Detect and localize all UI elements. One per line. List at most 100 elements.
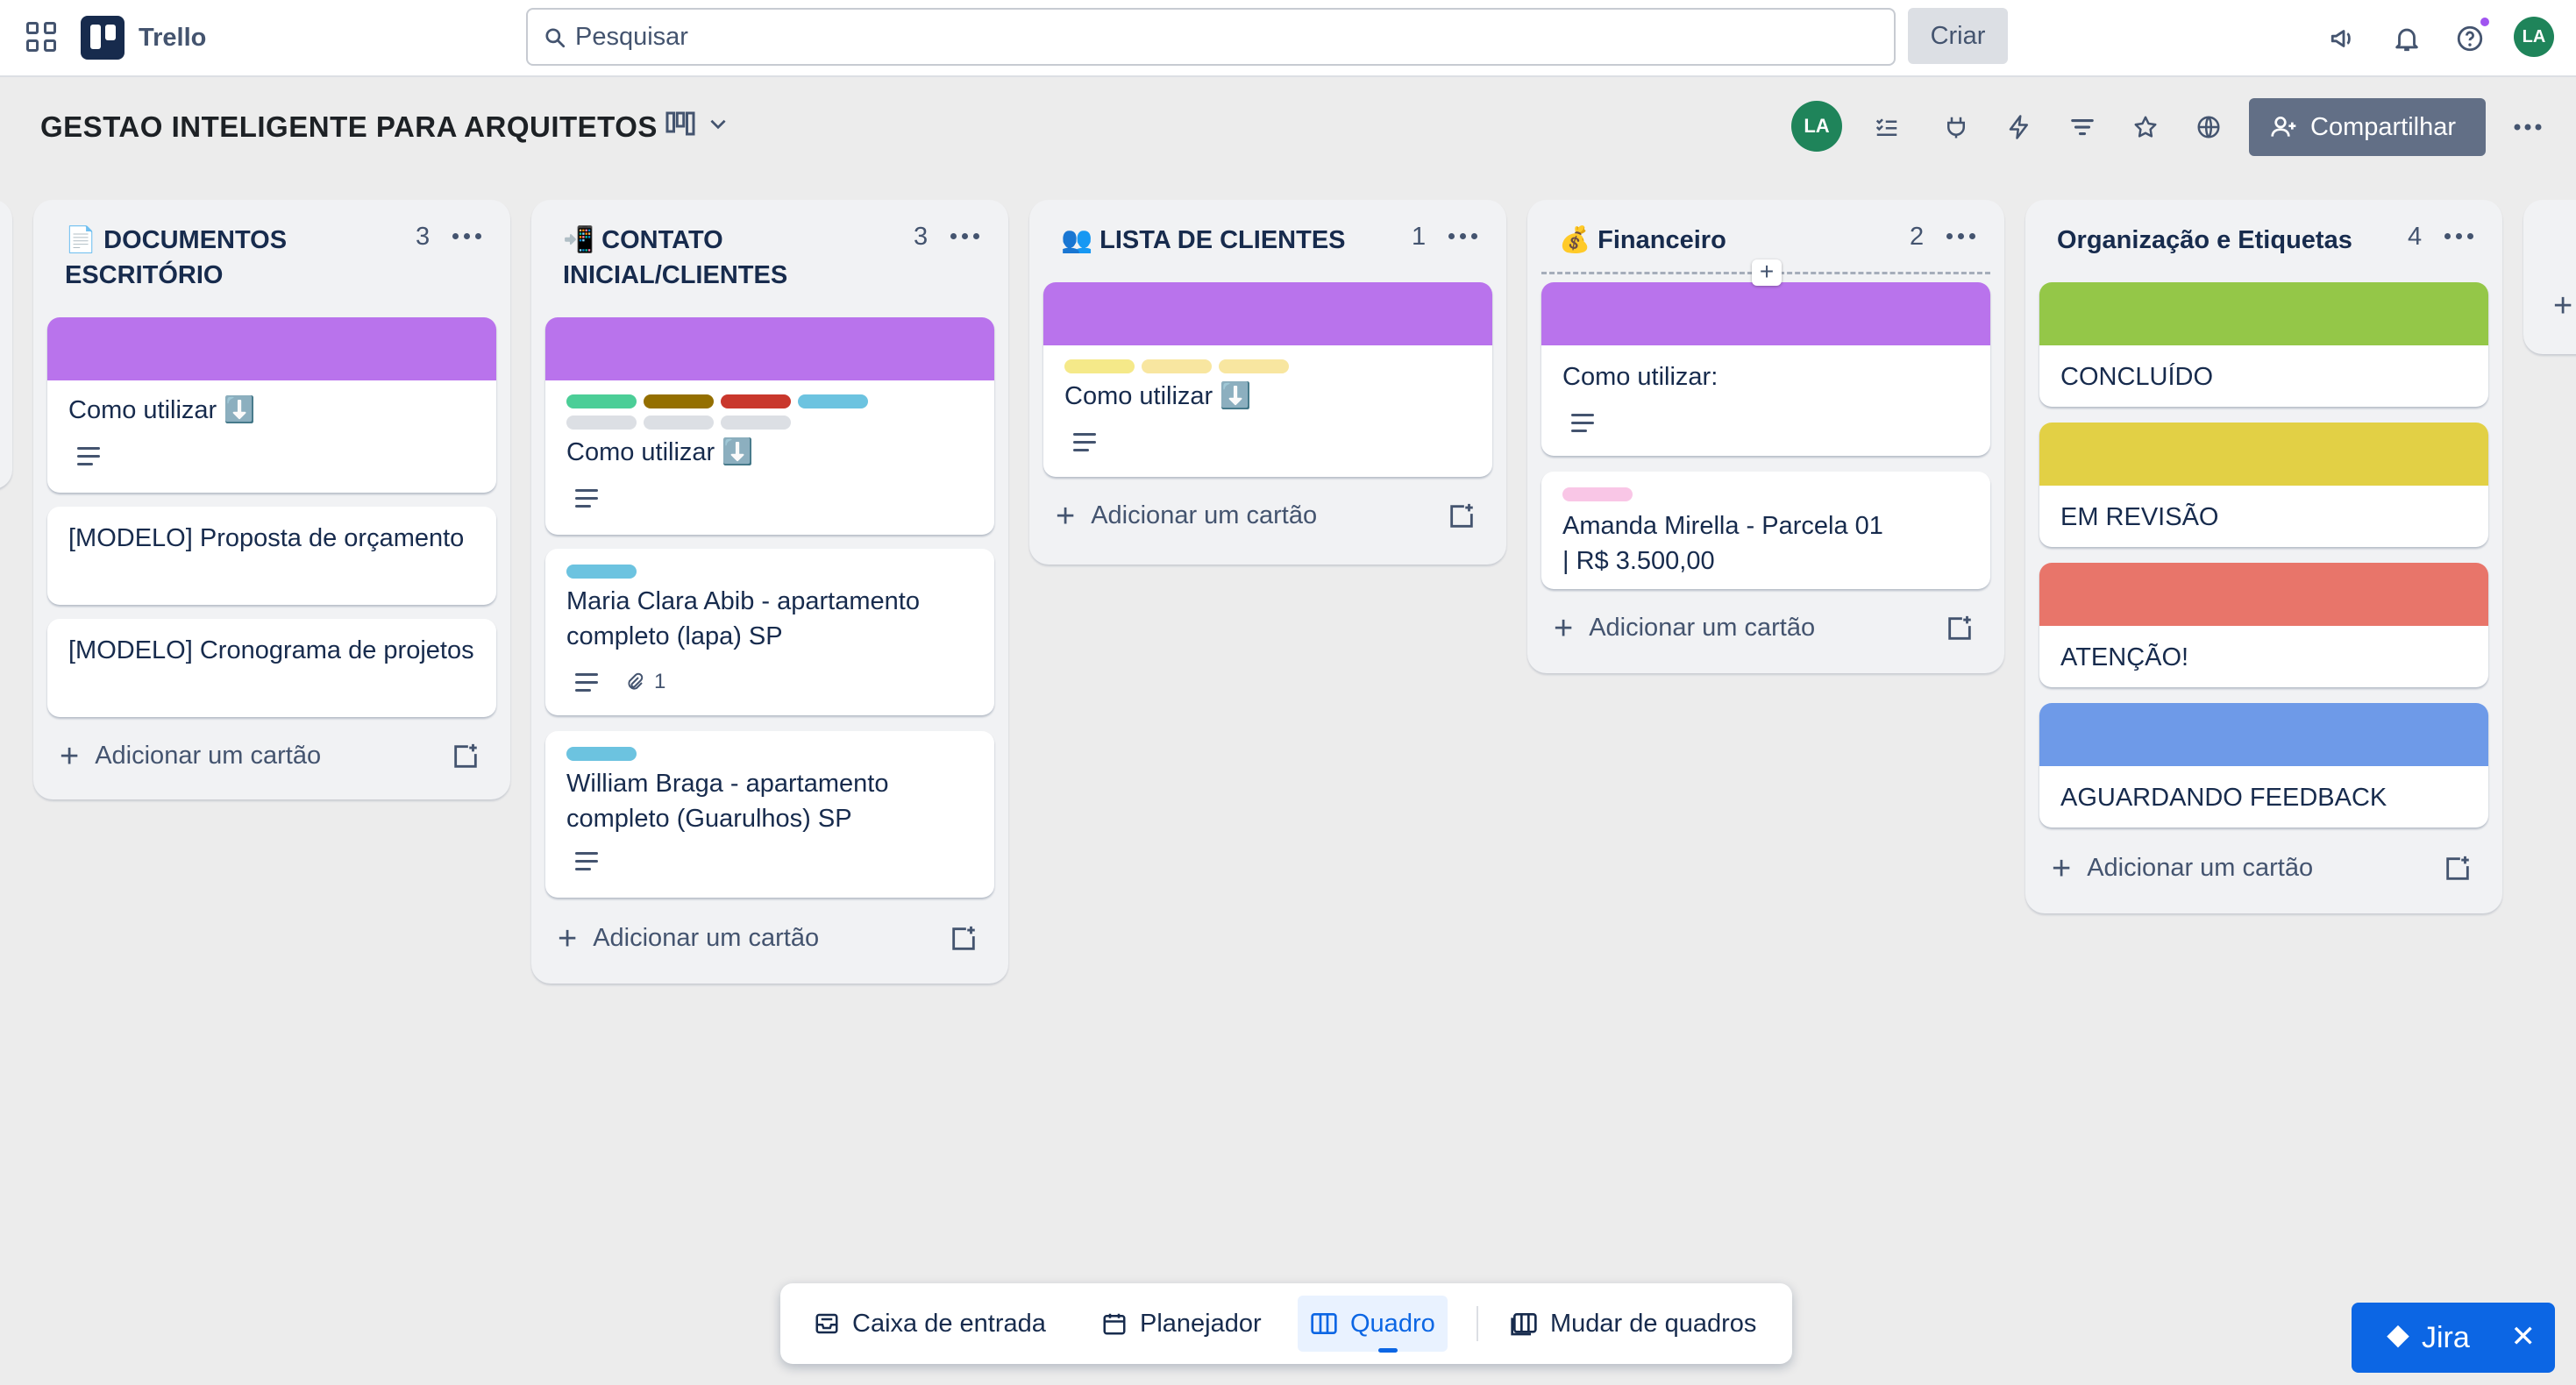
card-template-icon[interactable] [2443,854,2473,884]
card-cover [2039,563,2488,626]
search-box[interactable] [526,8,1896,66]
card-template-icon[interactable] [949,924,978,954]
card-template-icon[interactable] [451,742,480,771]
label-yellow [1142,359,1212,373]
bell-icon[interactable] [2389,21,2424,56]
card-cronograma[interactable]: [MODELO] Cronograma de projetos [47,619,496,717]
nav-inbox-label: Caixa de entrada [852,1309,1046,1338]
nav-board-label: Quadro [1350,1309,1435,1338]
card-labels [545,565,957,579]
visibility-globe-icon[interactable] [2190,109,2227,146]
card-atencao[interactable]: ATENÇÃO! [2039,563,2488,687]
card-title: EM REVISÃO [2060,503,2219,531]
search-icon [545,28,566,48]
card-template-icon[interactable] [1447,501,1477,531]
list-card-count: 3 [914,223,929,251]
share-label: Compartilhar [2310,112,2456,141]
search-input[interactable] [575,10,1873,64]
list-menu-icon[interactable] [1448,233,1477,239]
board-title[interactable]: GESTAO INTELIGENTE PARA ARQUITETOS [40,110,658,144]
add-card-button[interactable]: + Adicionar um cartão [558,922,819,955]
megaphone-icon[interactable] [2326,21,2361,56]
add-card-label: Adicionar um cartão [1091,501,1318,529]
list-menu-icon[interactable] [452,233,481,239]
card-proposta[interactable]: [MODELO] Proposta de orçamento [47,507,496,605]
close-icon[interactable]: ✕ [2511,1322,2537,1352]
card-labels [1541,487,1953,501]
user-avatar[interactable]: LA [2514,17,2554,57]
trello-logo-icon [81,16,125,60]
card-labels [1043,359,1455,373]
more-icon[interactable] [2509,109,2546,146]
card-amanda-mirella[interactable]: Amanda Mirella - Parcela 01 | R$ 3.500,0… [1541,472,1990,589]
chevron-down-icon [710,119,726,130]
add-card-button[interactable]: + Adicionar um cartão [1554,612,1815,645]
automation-icon[interactable] [2001,109,2038,146]
notification-dot [2479,16,2491,28]
plus-icon: + [2052,849,2072,887]
trello-logo[interactable]: Trello [81,16,206,60]
list-clientes: 👥 LISTA DE CLIENTES 1 Como utilizar ⬇️ +… [1029,200,1506,565]
card-title: Como utilizar ⬇️ [566,438,754,466]
add-person-icon [2271,117,2296,137]
board-view-switcher[interactable] [665,110,729,137]
card-maria-clara[interactable]: Maria Clara Abib - apartamento completo … [545,549,994,715]
card-como-utilizar[interactable]: Como utilizar ⬇️ [47,317,496,493]
list-title[interactable]: 💰 Financeiro [1559,223,1892,258]
card-como-utilizar[interactable]: Como utilizar: [1541,282,1990,456]
list-documentos: 📄 DOCUMENTOS ESCRITÓRIO 3 Como utilizar … [33,200,510,799]
card-cover [2039,282,2488,345]
switch-boards-icon [1511,1313,1537,1336]
card-title: [MODELO] Cronograma de projetos [68,636,474,664]
list-card-count: 3 [416,223,431,251]
share-button[interactable]: Compartilhar [2249,98,2486,156]
add-card-button[interactable]: + Adicionar um cartão [60,740,321,773]
plus-icon[interactable]: + [2553,288,2572,325]
help-icon[interactable] [2452,16,2491,56]
insert-card-plus-icon[interactable]: + [1752,259,1782,286]
list-title[interactable]: 👥 LISTA DE CLIENTES [1061,223,1394,258]
card-como-utilizar[interactable]: Como utilizar ⬇️ [545,317,994,535]
plus-icon: + [1056,497,1076,535]
jira-label: Jira [2422,1320,2470,1354]
nav-switch-boards[interactable]: Mudar de quadros [1498,1296,1768,1352]
create-button[interactable]: Criar [1908,8,2008,64]
attachment-icon [628,672,644,690]
nav-board[interactable]: Quadro [1298,1296,1448,1352]
label-brown [644,394,714,408]
nav-inbox[interactable]: Caixa de entrada [801,1296,1058,1352]
card-william-braga[interactable]: William Braga - apartamento completo (Gu… [545,731,994,898]
card-cover [2039,703,2488,766]
list-financeiro: 💰 Financeiro 2 + Como utilizar: Amanda M… [1527,200,2004,673]
add-card-button[interactable]: + Adicionar um cartão [2052,849,2313,887]
card-em-revisao[interactable]: EM REVISÃO [2039,423,2488,547]
card-title: Amanda Mirella - Parcela 01 | R$ 3.500,0… [1562,512,1883,575]
list-menu-icon[interactable] [1946,233,1975,239]
add-card-button[interactable]: + Adicionar um cartão [1056,497,1318,535]
bottom-navigation: Caixa de entrada Planejador Quadro Mudar… [780,1283,1792,1364]
card-template-icon[interactable] [1945,614,1975,643]
list-title[interactable]: 📲 CONTATO INICIAL/CLIENTES [563,223,896,293]
filter-icon[interactable] [2064,109,2101,146]
card-como-utilizar[interactable]: Como utilizar ⬇️ [1043,282,1492,477]
card-aguardando-feedback[interactable]: AGUARDANDO FEEDBACK [2039,703,2488,827]
board-member-avatar[interactable]: LA [1791,101,1842,152]
star-icon[interactable] [2127,109,2164,146]
checklist-icon[interactable] [1868,109,1905,146]
list-title[interactable]: Organização e Etiquetas [2057,223,2390,258]
list-title[interactable]: 📄 DOCUMENTOS ESCRITÓRIO [65,223,398,293]
board-header: GESTAO INTELIGENTE PARA ARQUITETOS LA Co… [0,79,2576,177]
card-cover [1043,282,1492,345]
app-switcher-icon[interactable] [26,22,56,52]
nav-planner[interactable]: Planejador [1089,1296,1274,1352]
description-icon [77,447,100,465]
list-menu-icon[interactable] [2444,233,2473,239]
card-cover [47,317,496,380]
jira-promo-button[interactable]: Jira ✕ [2352,1303,2555,1373]
card-title: Como utilizar: [1562,363,1719,391]
power-ups-icon[interactable] [1938,109,1975,146]
list-menu-icon[interactable] [950,233,979,239]
board-icon [1311,1313,1337,1334]
card-labels [545,747,957,761]
card-concluido[interactable]: CONCLUÍDO [2039,282,2488,407]
